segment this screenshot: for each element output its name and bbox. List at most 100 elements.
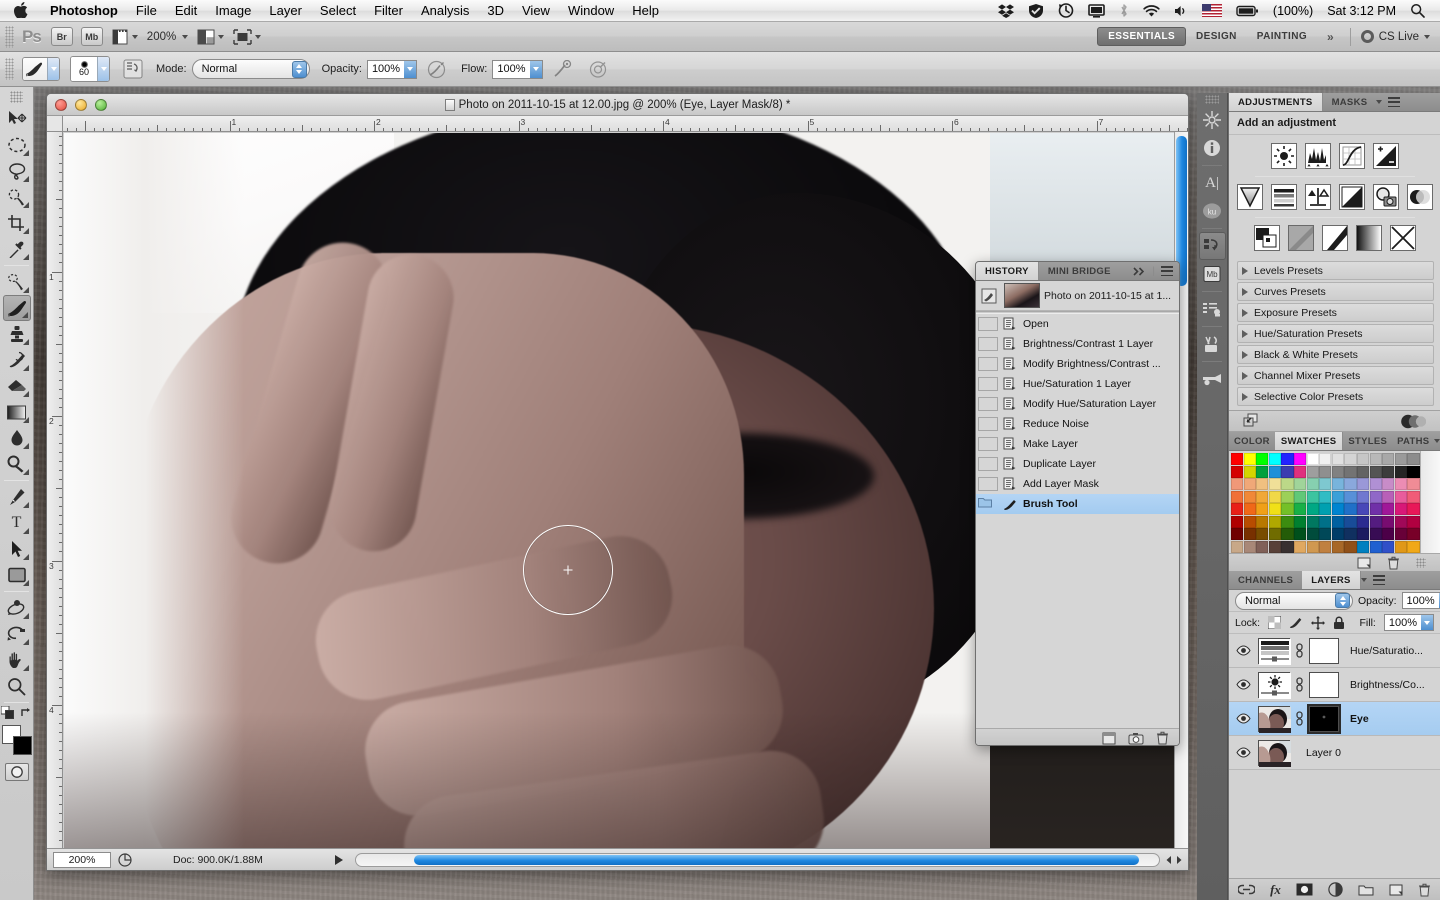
pen-tool[interactable] (3, 484, 31, 510)
menu-item-file[interactable]: File (127, 0, 166, 22)
layer-mask-thumbnail[interactable] (1309, 671, 1339, 698)
bluetooth-icon[interactable] (1112, 3, 1136, 18)
menu-item-filter[interactable]: Filter (365, 0, 412, 22)
orbit-3d-tool[interactable] (3, 621, 31, 647)
color-swatch[interactable] (1293, 503, 1307, 516)
color-swatch[interactable] (1243, 515, 1256, 528)
color-swatch[interactable] (1281, 453, 1294, 466)
quick-mask-toggle[interactable] (4, 763, 29, 781)
hue-saturation-icon[interactable] (1270, 184, 1297, 210)
color-swatch[interactable] (1231, 490, 1244, 503)
color-swatch[interactable] (1268, 515, 1281, 528)
view-extras-chevron-down-icon[interactable] (131, 34, 138, 39)
color-swatch[interactable] (1231, 478, 1244, 491)
spotlight-search-icon[interactable] (1403, 3, 1432, 18)
time-machine-icon[interactable] (1051, 3, 1081, 18)
history-state-row[interactable]: Duplicate Layer (976, 454, 1179, 474)
eyedropper-tool[interactable] (3, 236, 31, 262)
levels-icon[interactable] (1304, 143, 1331, 169)
character-dock-icon[interactable]: A | (1199, 169, 1226, 197)
zoom-chevron-down-icon[interactable] (182, 34, 189, 39)
tab-masks[interactable]: MASKS (1323, 93, 1377, 111)
vertical-ruler[interactable]: 12345 (47, 132, 63, 870)
color-swatch[interactable] (1256, 478, 1269, 491)
color-swatch[interactable] (1382, 490, 1395, 503)
adjustment-preset-row[interactable]: Channel Mixer Presets (1237, 366, 1434, 385)
color-swatch[interactable] (1281, 528, 1294, 541)
color-swatch[interactable] (1356, 503, 1370, 516)
color-swatch[interactable] (1344, 528, 1357, 541)
opacity-field[interactable]: 100% (366, 59, 418, 79)
appbar-grip[interactable] (5, 25, 14, 48)
color-swatch[interactable] (1306, 490, 1319, 503)
color-swatch[interactable] (1319, 540, 1332, 553)
color-swatch[interactable] (1331, 540, 1344, 553)
zoom-tool[interactable] (3, 673, 31, 699)
color-swatch[interactable] (1306, 453, 1319, 466)
quick-selection-tool[interactable] (3, 184, 31, 210)
menu-item-edit[interactable]: Edit (166, 0, 206, 22)
new-layer-icon[interactable] (1389, 884, 1403, 896)
tab-channels[interactable]: CHANNELS (1229, 571, 1302, 589)
color-swatch[interactable] (1293, 528, 1307, 541)
launch-mini-bridge-button[interactable]: Mb (80, 27, 103, 46)
workspace-design[interactable]: DESIGN (1186, 27, 1247, 46)
options-bar-grip[interactable] (5, 58, 14, 80)
spot-healing-brush-tool[interactable] (3, 269, 31, 295)
layers-menu-chevron-down-icon[interactable] (1360, 578, 1367, 582)
history-state-row[interactable]: Brightness/Contrast 1 Layer (976, 334, 1179, 354)
tab-history[interactable]: HISTORY (976, 262, 1039, 280)
color-swatch[interactable] (1331, 503, 1344, 516)
color-swatch[interactable] (1407, 503, 1420, 516)
adjustment-preset-row[interactable]: Curves Presets (1237, 282, 1434, 301)
layer-fill-chevron-down-icon[interactable] (1421, 615, 1433, 630)
color-swatch[interactable] (1306, 478, 1319, 491)
layer-row[interactable]: Brightness/Co... (1229, 668, 1440, 702)
layer-thumbnail[interactable] (1258, 671, 1291, 699)
history-state-row[interactable]: Make Layer (976, 434, 1179, 454)
history-state-row[interactable]: Open (976, 314, 1179, 334)
history-brush-tool[interactable] (3, 347, 31, 373)
clone-stamp-tool[interactable] (3, 321, 31, 347)
color-wheel-icon[interactable] (1400, 414, 1426, 429)
color-swatch[interactable] (1394, 528, 1407, 541)
screen-mode-chevron-down-icon[interactable] (255, 34, 262, 39)
menu-item-photoshop[interactable]: Photoshop (41, 0, 127, 22)
history-snapshot-toggle[interactable] (978, 457, 998, 471)
toggle-brush-panel-button[interactable] (122, 58, 144, 80)
color-swatch[interactable] (1344, 540, 1357, 553)
layer-mask-link-icon[interactable] (1295, 709, 1304, 729)
color-swatch[interactable] (1331, 453, 1344, 466)
color-swatch[interactable] (1407, 515, 1420, 528)
new-snapshot-icon[interactable] (1128, 732, 1144, 745)
color-swatch[interactable] (1356, 453, 1370, 466)
color-swatch[interactable] (1231, 465, 1244, 478)
color-swatch[interactable] (1319, 503, 1332, 516)
history-snapshot-toggle[interactable] (978, 377, 998, 391)
background-color-swatch[interactable] (12, 736, 32, 755)
layer-fill-field[interactable]: 100% (1383, 614, 1434, 631)
color-swatch[interactable] (1369, 478, 1382, 491)
new-document-from-state-icon[interactable] (1102, 732, 1116, 745)
color-swatch[interactable] (1293, 465, 1307, 478)
history-dock-icon[interactable] (1199, 106, 1226, 134)
color-swatch[interactable] (1243, 540, 1256, 553)
history-state-row[interactable]: Modify Hue/Saturation Layer (976, 394, 1179, 414)
color-swatch[interactable] (1382, 478, 1395, 491)
color-swatch[interactable] (1306, 540, 1319, 553)
color-swatch[interactable] (1281, 478, 1294, 491)
color-swatch[interactable] (1293, 453, 1307, 466)
color-swatch[interactable] (1281, 490, 1294, 503)
color-swatch[interactable] (1382, 515, 1395, 528)
history-snapshot-toggle[interactable] (978, 497, 998, 511)
layer-comps-dock-icon[interactable] (1199, 295, 1226, 323)
layer-name[interactable]: Hue/Saturatio... (1350, 645, 1423, 657)
channel-mixer-icon[interactable] (1406, 184, 1433, 210)
icon-dock-grip[interactable] (1205, 95, 1219, 104)
color-swatch[interactable] (1306, 465, 1319, 478)
status-options-arrow-icon[interactable] (334, 854, 343, 865)
mini-bridge-dock-icon[interactable]: Mb (1199, 260, 1226, 288)
color-swatch[interactable] (1369, 528, 1382, 541)
layer-visibility-eye-icon[interactable] (1233, 711, 1253, 727)
status-zoom-field[interactable]: 200% (53, 851, 111, 868)
